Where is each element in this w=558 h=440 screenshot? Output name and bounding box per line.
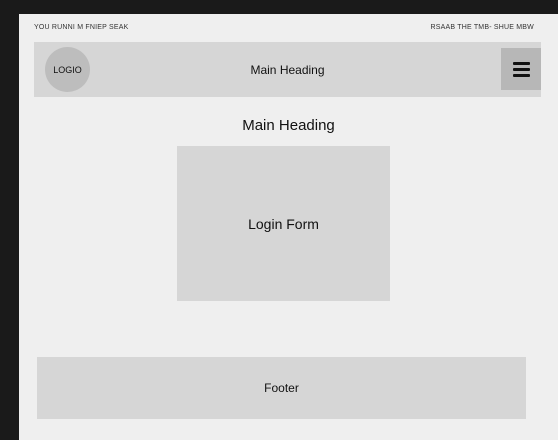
hamburger-menu-icon [512, 67, 530, 71]
wireframe-page: YOU RUNNI M FNIEP SEAK RSAAB THE TMB- SH… [19, 14, 558, 440]
header-title: Main Heading [250, 62, 325, 77]
hamburger-menu-icon [512, 73, 530, 77]
top-annotation-bar: YOU RUNNI M FNIEP SEAK RSAAB THE TMB- SH… [19, 14, 558, 36]
footer: Footer [37, 357, 526, 419]
footer-label: Footer [264, 381, 299, 395]
hamburger-menu-icon [512, 61, 530, 65]
main-heading: Main Heading [242, 117, 335, 134]
top-right-annotation: RSAAB THE TMB- SHUE MBW [430, 24, 534, 31]
hamburger-menu-button[interactable] [501, 48, 541, 90]
top-left-annotation: YOU RUNNI M FNIEP SEAK [34, 24, 129, 31]
site-header: LOGIO Main Heading [34, 42, 541, 97]
login-form-label: Login Form [248, 215, 319, 232]
login-form-placeholder[interactable]: Login Form [177, 146, 390, 301]
